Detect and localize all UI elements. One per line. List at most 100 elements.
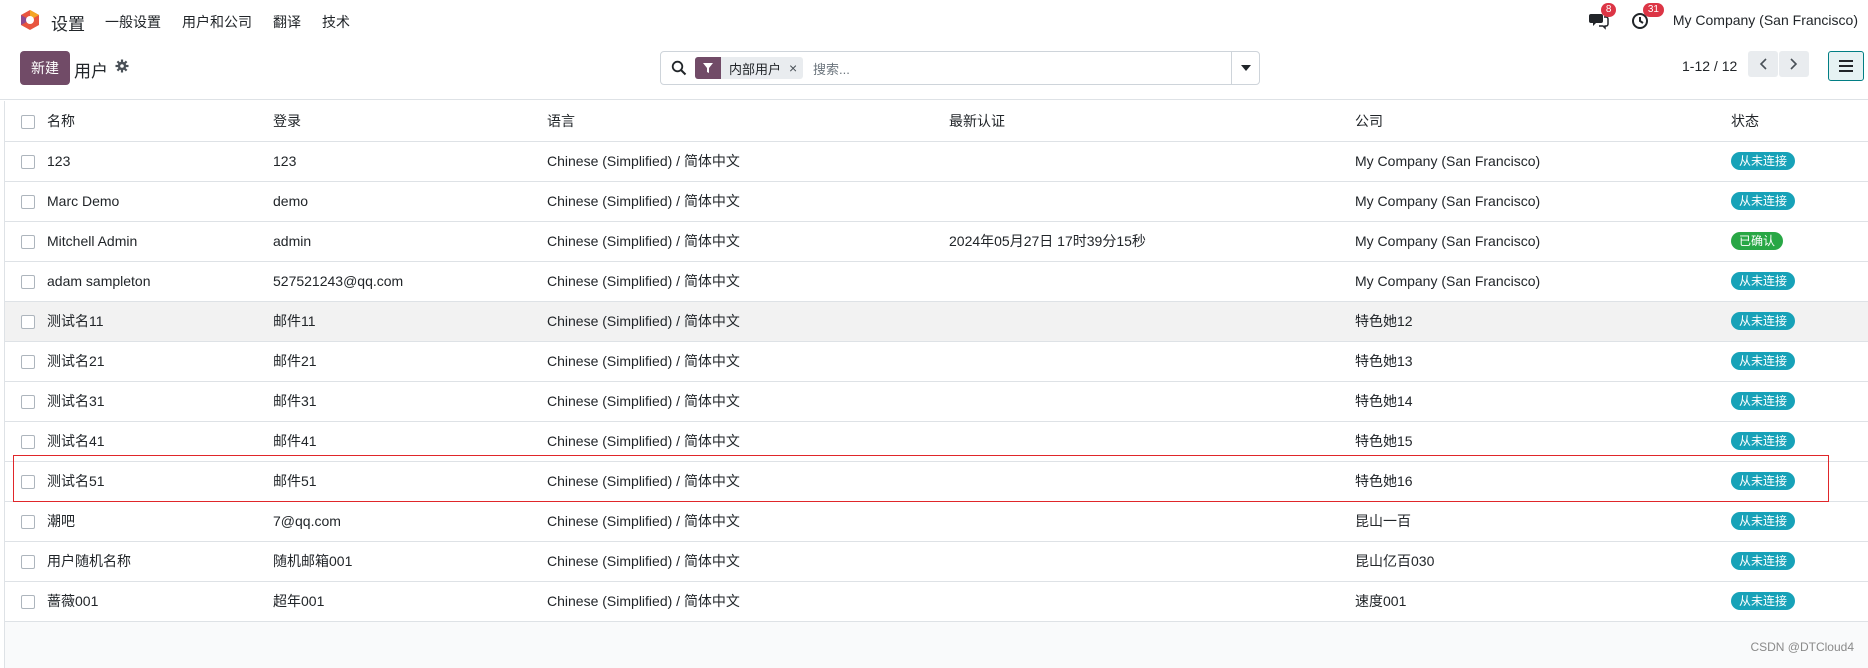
column-header-language[interactable]: 语言 [547,101,949,142]
facet-remove-button[interactable]: × [789,60,803,76]
table-row[interactable]: 测试名51 邮件51 Chinese (Simplified) / 简体中文 特色她1… [5,461,1868,502]
cell-language: Chinese (Simplified) / 简体中文 [547,261,949,302]
status-badge: 从未连接 [1731,472,1796,490]
cell-language: Chinese (Simplified) / 简体中文 [547,541,949,582]
pager-value[interactable]: 1-12 / 12 [1682,58,1737,74]
row-checkbox[interactable] [21,235,35,250]
chevron-down-icon [1240,65,1251,71]
cell-login: 邮件11 [273,301,547,342]
cell-login: 随机邮箱001 [273,541,547,582]
status-badge: 从未连接 [1731,432,1796,450]
table-row[interactable]: 测试名41 邮件41 Chinese (Simplified) / 简体中文 特色她1… [5,421,1868,462]
cell-company: My Company (San Francisco) [1355,141,1731,182]
table-row[interactable]: 测试名11 邮件11 Chinese (Simplified) / 简体中文 特色她1… [5,301,1868,342]
cell-login: admin [273,221,547,262]
new-button[interactable]: 新建 [20,51,70,85]
select-all-checkbox[interactable] [21,114,35,129]
cell-company: 特色她12 [1355,301,1731,342]
cell-login: 527521243@qq.com [273,261,547,302]
status-badge: 从未连接 [1731,592,1796,610]
cell-latest-auth [949,421,1355,462]
menu-users-companies[interactable]: 用户和公司 [182,12,252,32]
cell-name: 测试名11 [47,301,273,342]
column-header-company[interactable]: 公司 [1355,101,1731,142]
table-row[interactable]: 潮吧 7@qq.com Chinese (Simplified) / 简体中文 昆山一… [5,501,1868,542]
messages-count-badge: 8 [1600,3,1617,17]
activities-button[interactable]: 31 [1631,3,1664,30]
cell-latest-auth: 2024年05月27日 17时39分15秒 [949,221,1355,262]
cell-latest-auth [949,181,1355,222]
search-icon[interactable] [671,60,687,76]
table-row[interactable]: Marc Demo demo Chinese (Simplified) / 简体中文… [5,181,1868,222]
status-badge: 从未连接 [1731,152,1796,170]
table-header-row: 名称 登录 语言 最新认证 公司 状态 [5,101,1868,142]
row-checkbox[interactable] [21,195,35,210]
cell-latest-auth [949,301,1355,342]
cell-company: 昆山亿百030 [1355,541,1731,582]
top-navbar: 设置 一般设置 用户和公司 翻译 技术 8 31 My Company (San… [0,0,1868,40]
cell-name: 123 [47,141,273,182]
facet-label: 内部用户 [729,61,782,77]
column-header-login[interactable]: 登录 [273,101,547,142]
cell-name: 测试名21 [47,341,273,382]
column-header-latest-auth[interactable]: 最新认证 [949,101,1355,142]
odoo-logo-icon[interactable] [19,9,41,31]
cell-name: 测试名41 [47,421,273,462]
pager-previous-button[interactable] [1748,51,1778,77]
cell-language: Chinese (Simplified) / 简体中文 [547,301,949,342]
row-checkbox[interactable] [21,435,35,450]
row-checkbox[interactable] [21,475,35,490]
cell-latest-auth [949,541,1355,582]
row-checkbox[interactable] [21,355,35,370]
control-panel: 新建 用户 内部用户 × 1-12 / 12 [0,40,1868,100]
cell-language: Chinese (Simplified) / 简体中文 [547,461,949,502]
cell-company: 昆山一百 [1355,501,1731,542]
cell-login: demo [273,181,547,222]
table-row[interactable]: 123 123 Chinese (Simplified) / 简体中文 My Comp… [5,141,1868,182]
search-input[interactable] [813,58,1213,80]
list-view-button[interactable] [1828,51,1864,81]
page-title: 用户 [74,62,108,81]
table-row[interactable]: 蔷薇001 超年001 Chinese (Simplified) / 简体中文 速度0… [5,581,1868,622]
cell-login: 邮件21 [273,341,547,382]
cell-login: 邮件41 [273,421,547,462]
table-row[interactable]: 测试名21 邮件21 Chinese (Simplified) / 简体中文 特色她1… [5,341,1868,382]
cell-language: Chinese (Simplified) / 简体中文 [547,381,949,422]
row-checkbox[interactable] [21,155,35,170]
cell-language: Chinese (Simplified) / 简体中文 [547,421,949,462]
status-badge: 从未连接 [1731,312,1796,330]
cell-name: 测试名31 [47,381,273,422]
row-checkbox[interactable] [21,395,35,410]
cell-latest-auth [949,461,1355,502]
column-header-name[interactable]: 名称 [47,101,273,142]
row-checkbox[interactable] [21,595,35,610]
row-checkbox[interactable] [21,315,35,330]
cell-language: Chinese (Simplified) / 简体中文 [547,141,949,182]
table-row[interactable]: adam sampleton 527521243@qq.com Chinese (S… [5,261,1868,302]
cell-latest-auth [949,141,1355,182]
main-menu: 一般设置 用户和公司 翻译 技术 [105,12,371,32]
search-options-toggle[interactable] [1231,52,1259,84]
table-row[interactable]: 测试名31 邮件31 Chinese (Simplified) / 简体中文 特色她1… [5,381,1868,422]
messages-button[interactable]: 8 [1588,3,1617,30]
cell-name: adam sampleton [47,261,273,302]
cell-latest-auth [949,261,1355,302]
column-header-status[interactable]: 状态 [1731,101,1868,142]
status-badge: 从未连接 [1731,272,1796,290]
cell-company: 速度001 [1355,581,1731,622]
app-title[interactable]: 设置 [51,10,85,35]
company-switcher[interactable]: My Company (San Francisco) [1673,12,1858,28]
cell-company: My Company (San Francisco) [1355,261,1731,302]
gear-icon[interactable] [115,59,129,73]
row-checkbox[interactable] [21,515,35,530]
menu-translations[interactable]: 翻译 [273,12,301,32]
menu-general-settings[interactable]: 一般设置 [105,12,161,32]
menu-technical[interactable]: 技术 [322,12,350,32]
table-row[interactable]: 用户随机名称 随机邮箱001 Chinese (Simplified) / 简体中文… [5,541,1868,582]
row-checkbox[interactable] [21,555,35,570]
table-row[interactable]: Mitchell Admin admin Chinese (Simplified) … [5,221,1868,262]
cell-company: 特色她16 [1355,461,1731,502]
row-checkbox[interactable] [21,275,35,290]
cell-latest-auth [949,581,1355,622]
pager-next-button[interactable] [1779,51,1809,77]
